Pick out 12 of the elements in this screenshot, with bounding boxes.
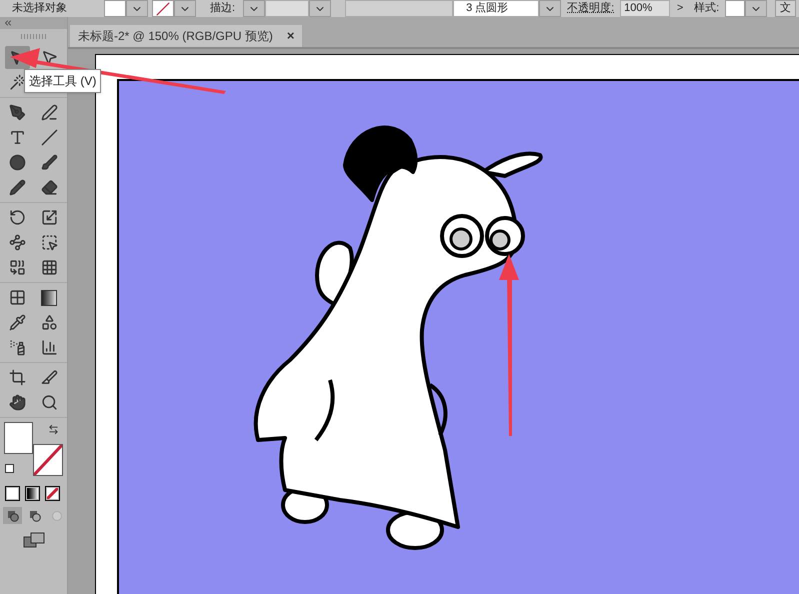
style-label: 样式: (694, 3, 720, 14)
stroke-label: 描边: (210, 3, 236, 14)
opacity-label: 不透明度: (567, 3, 614, 14)
opacity-arrow-button[interactable]: > (670, 3, 690, 14)
close-button[interactable]: × (286, 26, 294, 46)
document-tab[interactable]: 未标题-2* @ 150% (RGB/GPU 预览) × (70, 25, 302, 47)
brush-definition-field[interactable]: 3 点圆形 (453, 0, 540, 17)
selection-label: 未选择对象 (12, 3, 68, 14)
tab-title: 未标题-2* @ 150% (RGB/GPU 预览) (78, 28, 273, 45)
tooltip: 选择工具 (V) (24, 69, 102, 93)
opacity-field[interactable]: 100% (620, 0, 670, 17)
document-setup-button[interactable]: 文 (775, 0, 796, 17)
